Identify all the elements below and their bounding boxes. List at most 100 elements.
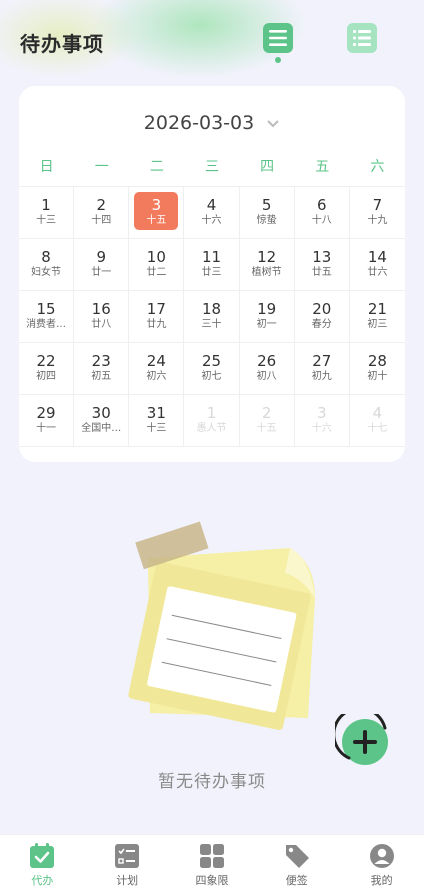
lunar-date: 初一 bbox=[256, 319, 277, 330]
lunar-date: 十五 bbox=[146, 215, 167, 226]
calendar-day[interactable]: 10 廿二 bbox=[129, 239, 185, 291]
lunar-date: 十三 bbox=[146, 423, 167, 434]
day-number: 12 bbox=[257, 248, 277, 266]
day-number: 26 bbox=[257, 352, 277, 370]
calendar-day[interactable]: 26 初八 bbox=[239, 343, 295, 395]
tag-icon bbox=[283, 842, 311, 870]
calendar-day[interactable]: 31 十三 bbox=[129, 395, 185, 447]
plan-list-icon bbox=[113, 842, 141, 870]
tab-notes[interactable]: 便签 bbox=[254, 835, 339, 890]
day-number: 7 bbox=[372, 196, 383, 214]
plus-icon bbox=[332, 706, 388, 765]
day-number: 31 bbox=[146, 404, 166, 422]
calendar-day[interactable]: 23 初五 bbox=[74, 343, 130, 395]
active-view-indicator bbox=[275, 57, 281, 63]
lunar-date: 十六 bbox=[311, 423, 332, 434]
lunar-date: 植树节 bbox=[251, 267, 282, 278]
tab-label: 四象限 bbox=[195, 874, 229, 887]
detail-list-view-button[interactable] bbox=[347, 23, 377, 53]
calendar-day[interactable]: 15 消费者… bbox=[19, 291, 75, 343]
calendar-day[interactable]: 16 廿八 bbox=[74, 291, 130, 343]
calendar-day[interactable]: 27 初九 bbox=[294, 343, 350, 395]
calendar-day[interactable]: 17 廿九 bbox=[129, 291, 185, 343]
tab-quadrant[interactable]: 四象限 bbox=[170, 835, 255, 890]
calendar-day[interactable]: 30 全国中… bbox=[74, 395, 130, 447]
calendar-day[interactable]: 20 春分 bbox=[294, 291, 350, 343]
tab-label: 代办 bbox=[31, 874, 54, 887]
tab-todo[interactable]: 代办 bbox=[0, 835, 85, 890]
calendar-day[interactable]: 19 初一 bbox=[239, 291, 295, 343]
calendar-day[interactable]: 21 初三 bbox=[349, 291, 405, 343]
lunar-date: 初七 bbox=[201, 371, 222, 382]
day-number: 22 bbox=[36, 352, 56, 370]
lunar-date: 妇女节 bbox=[31, 267, 62, 278]
lunar-date: 廿一 bbox=[91, 267, 112, 278]
lunar-date: 初九 bbox=[311, 371, 332, 382]
day-number: 17 bbox=[146, 300, 166, 318]
weekday-label: 五 bbox=[315, 159, 330, 175]
day-number: 4 bbox=[206, 196, 217, 214]
calendar-day-today[interactable]: 3 十五 bbox=[129, 187, 185, 239]
todo-check-icon bbox=[28, 842, 56, 870]
calendar-day[interactable]: 5 惊蛰 bbox=[239, 187, 295, 239]
calendar-day[interactable]: 9 廿一 bbox=[74, 239, 130, 291]
calendar-day[interactable]: 11 廿三 bbox=[184, 239, 240, 291]
day-number: 24 bbox=[146, 352, 166, 370]
tab-plan[interactable]: 计划 bbox=[85, 835, 170, 890]
list-icon bbox=[269, 30, 287, 46]
tab-mine[interactable]: 我的 bbox=[339, 835, 424, 890]
calendar-day[interactable]: 24 初六 bbox=[129, 343, 185, 395]
day-number: 9 bbox=[96, 248, 106, 266]
lunar-date: 惊蛰 bbox=[256, 215, 277, 226]
day-number: 21 bbox=[367, 300, 387, 318]
day-number: 30 bbox=[91, 404, 111, 422]
calendar-day[interactable]: 18 三十 bbox=[184, 291, 240, 343]
weekday-label: 一 bbox=[94, 159, 109, 175]
lunar-date: 初五 bbox=[91, 371, 112, 382]
calendar-day[interactable]: 14 廿六 bbox=[349, 239, 405, 291]
list-view-button[interactable] bbox=[263, 23, 293, 53]
calendar-day[interactable]: 25 初七 bbox=[184, 343, 240, 395]
day-number: 29 bbox=[36, 404, 56, 422]
calendar-day[interactable]: 1 愚人节 bbox=[184, 395, 240, 447]
calendar-day[interactable]: 2 十四 bbox=[74, 187, 130, 239]
lunar-date: 廿二 bbox=[146, 267, 167, 278]
day-number: 13 bbox=[312, 248, 332, 266]
calendar-day[interactable]: 7 十九 bbox=[349, 187, 405, 239]
empty-note-illustration bbox=[110, 518, 325, 752]
calendar-day[interactable]: 4 十六 bbox=[184, 187, 240, 239]
calendar-day[interactable]: 2 十五 bbox=[239, 395, 295, 447]
calendar-day[interactable]: 8 妇女节 bbox=[19, 239, 75, 291]
day-number: 3 bbox=[151, 196, 162, 214]
calendar-day[interactable]: 6 十八 bbox=[294, 187, 350, 239]
lunar-date: 廿八 bbox=[91, 319, 112, 330]
lunar-date: 初十 bbox=[367, 371, 388, 382]
calendar-day[interactable]: 12 植树节 bbox=[239, 239, 295, 291]
day-number: 1 bbox=[41, 196, 51, 214]
calendar-day[interactable]: 1 十三 bbox=[19, 187, 75, 239]
day-number: 10 bbox=[146, 248, 166, 266]
tab-label: 我的 bbox=[370, 874, 393, 887]
lunar-date: 十七 bbox=[367, 423, 388, 434]
calendar-day[interactable]: 3 十六 bbox=[294, 395, 350, 447]
calendar-day[interactable]: 22 初四 bbox=[19, 343, 75, 395]
lunar-date: 初四 bbox=[36, 371, 57, 382]
add-todo-button[interactable] bbox=[332, 706, 393, 772]
day-number: 18 bbox=[201, 300, 222, 318]
day-number: 6 bbox=[317, 196, 327, 214]
lunar-date: 三十 bbox=[201, 319, 222, 330]
lunar-date: 十五 bbox=[256, 423, 277, 434]
calendar-day[interactable]: 29 十一 bbox=[19, 395, 75, 447]
calendar-day[interactable]: 28 初十 bbox=[349, 343, 405, 395]
day-number: 1 bbox=[206, 404, 217, 422]
calendar-day[interactable]: 13 廿五 bbox=[294, 239, 350, 291]
day-number: 19 bbox=[257, 300, 277, 318]
lunar-date: 十一 bbox=[36, 423, 57, 434]
day-number: 25 bbox=[201, 352, 222, 370]
month-selector[interactable]: 2026-03-03 bbox=[19, 112, 405, 134]
lunar-date: 初八 bbox=[256, 371, 277, 382]
tab-label: 计划 bbox=[116, 874, 139, 887]
lunar-date: 廿六 bbox=[367, 267, 388, 278]
calendar-day[interactable]: 4 十七 bbox=[349, 395, 405, 447]
calendar-days-grid: 1 十三 2 十四 3 十五 4 十六 5 惊蛰 6 十八 7 十九 8 妇女节 9 廿一 10 廿二 11 廿三 12 植树… bbox=[19, 186, 405, 447]
